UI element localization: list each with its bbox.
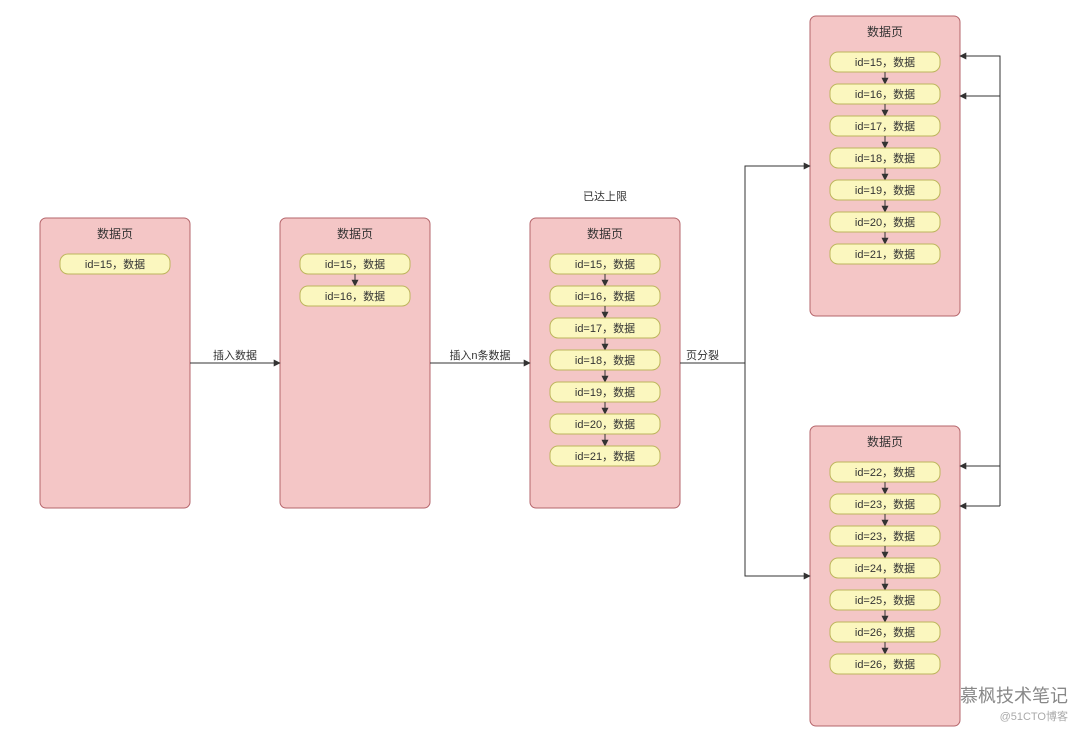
data-row-text: id=21，数据 (855, 247, 915, 261)
limit-label: 已达上限 (583, 190, 627, 203)
link-upper-in-2 (960, 56, 1000, 96)
data-row-text: id=20，数据 (855, 215, 915, 229)
page-title: 数据页 (867, 434, 903, 449)
label-insert-1: 插入数据 (213, 348, 257, 362)
data-row-text: id=23，数据 (855, 497, 915, 511)
data-row-text: id=18，数据 (855, 151, 915, 165)
link-upper-in-1 (960, 56, 1000, 76)
data-row-text: id=15，数据 (575, 257, 635, 271)
label-split: 页分裂 (686, 349, 719, 362)
data-row-text: id=15，数据 (325, 257, 385, 271)
data-row-text: id=17，数据 (855, 119, 915, 133)
page-title: 数据页 (337, 226, 373, 241)
arrow-split-lower (680, 363, 810, 576)
page-title: 数据页 (867, 24, 903, 39)
page-title: 数据页 (97, 226, 133, 241)
data-row-text: id=25，数据 (855, 593, 915, 607)
data-row-text: id=16，数据 (855, 87, 915, 101)
data-row-text: id=26，数据 (855, 625, 915, 639)
page-title: 数据页 (587, 226, 623, 241)
data-row-text: id=19，数据 (855, 183, 915, 197)
arrow-split-upper (680, 166, 810, 363)
data-row-text: id=23，数据 (855, 529, 915, 543)
label-insert-2: 插入n条数据 (449, 348, 510, 362)
data-row-text: id=17，数据 (575, 321, 635, 335)
watermark-main: 慕枫技术笔记 (960, 686, 1068, 706)
data-row-text: id=16，数据 (325, 289, 385, 303)
watermark-sub: @51CTO博客 (1000, 709, 1068, 723)
data-row-text: id=20，数据 (575, 417, 635, 431)
data-row-text: id=24，数据 (855, 561, 915, 575)
data-row-text: id=21，数据 (575, 449, 635, 463)
data-row-text: id=15，数据 (85, 257, 145, 271)
data-row-text: id=19，数据 (575, 385, 635, 399)
diagram-canvas: 数据页id=15，数据数据页id=15，数据id=16，数据数据页id=15，数… (0, 0, 1080, 729)
data-row-text: id=16，数据 (575, 289, 635, 303)
data-row-text: id=18，数据 (575, 353, 635, 367)
data-row-text: id=22，数据 (855, 465, 915, 479)
data-row-text: id=26，数据 (855, 657, 915, 671)
data-row-text: id=15，数据 (855, 55, 915, 69)
